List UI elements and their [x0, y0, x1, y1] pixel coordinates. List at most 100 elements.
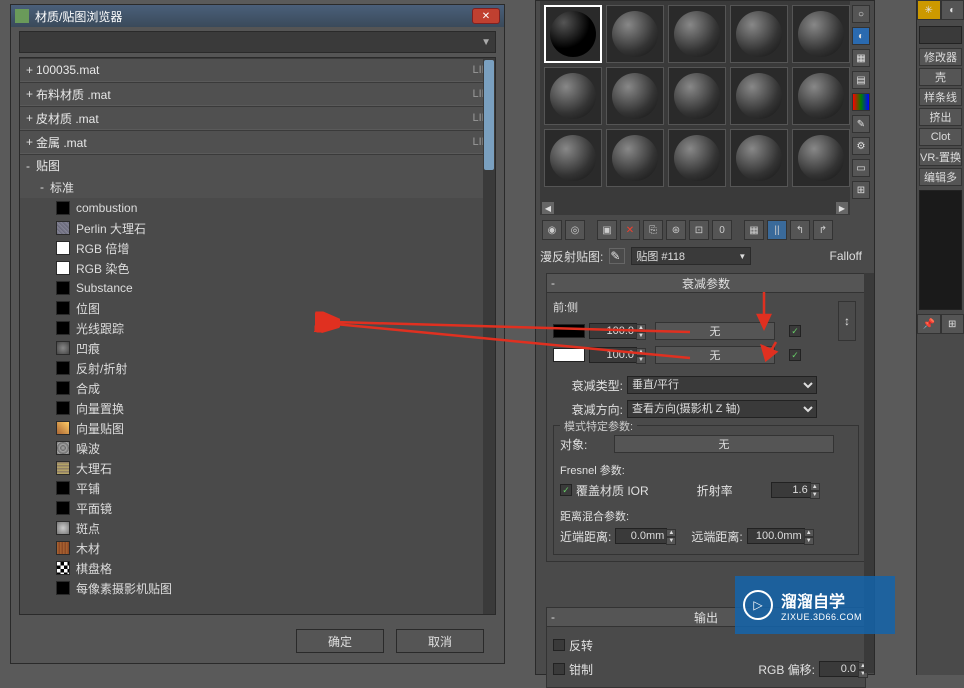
material-slot[interactable] — [544, 67, 602, 125]
modifier-button[interactable]: VR-置换 — [919, 148, 962, 166]
subcategory-standard[interactable]: -标准 — [20, 176, 495, 198]
collapse-icon[interactable]: - — [551, 610, 555, 624]
map-item[interactable]: 大理石 — [20, 458, 495, 478]
ior-spinner[interactable]: 1.6▲▼ — [771, 482, 811, 498]
get-material-icon[interactable]: ◉ — [542, 220, 562, 240]
collapse-icon[interactable]: - — [551, 276, 555, 290]
material-slot[interactable] — [792, 67, 850, 125]
slot-hscrollbar[interactable]: ◀ ▶ — [540, 201, 850, 215]
material-map-nav-icon[interactable]: ⊞ — [852, 181, 870, 199]
material-slot[interactable] — [668, 67, 726, 125]
rollup-header[interactable]: - 衰减参数 — [546, 273, 866, 293]
background-icon[interactable]: ▦ — [852, 49, 870, 67]
list-scrollbar[interactable] — [483, 58, 495, 614]
modifier-button[interactable]: 编辑多 — [919, 168, 962, 186]
material-slot[interactable] — [606, 67, 664, 125]
category-maps[interactable]: -贴图 — [20, 154, 495, 176]
library-item[interactable]: +皮材质 .matLIB — [20, 106, 495, 130]
map-item[interactable]: 平铺 — [20, 478, 495, 498]
dialog-titlebar[interactable]: 材质/贴图浏览器 ✕ — [11, 5, 504, 27]
color-swatch-1[interactable] — [553, 324, 585, 338]
map-slot-2-button[interactable]: 无 — [655, 346, 775, 364]
material-slot[interactable] — [730, 129, 788, 187]
reset-map-icon[interactable]: ✕ — [620, 220, 640, 240]
search-dropdown-icon[interactable]: ▼ — [481, 37, 491, 48]
map-item[interactable]: 棋盘格 — [20, 558, 495, 578]
far-distance-spinner[interactable]: 100.0mm▲▼ — [747, 528, 805, 544]
sample-type-icon[interactable]: ○ — [852, 5, 870, 23]
cancel-button[interactable]: 取消 — [396, 629, 484, 653]
material-slot[interactable] — [730, 67, 788, 125]
modifier-button[interactable]: 壳 — [919, 68, 962, 86]
map-slot-2-checkbox[interactable]: ✓ — [789, 349, 801, 361]
make-copy-icon[interactable]: ⎘ — [643, 220, 663, 240]
material-slot[interactable] — [792, 129, 850, 187]
scroll-left-icon[interactable]: ◀ — [542, 202, 554, 214]
options-icon[interactable]: ⚙ — [852, 137, 870, 155]
map-item[interactable]: 斑点 — [20, 518, 495, 538]
ok-button[interactable]: 确定 — [296, 629, 384, 653]
library-item[interactable]: +布料材质 .matLIB — [20, 82, 495, 106]
backlight-icon[interactable]: ◐ — [852, 27, 870, 45]
override-ior-checkbox[interactable]: ✓ — [560, 484, 572, 496]
map-item[interactable]: RGB 倍增 — [20, 238, 495, 258]
modifier-button[interactable]: 挤出 — [919, 108, 962, 126]
near-distance-spinner[interactable]: 0.0mm▲▼ — [615, 528, 667, 544]
go-forward-icon[interactable]: ↱ — [813, 220, 833, 240]
map-item[interactable]: 向量置换 — [20, 398, 495, 418]
select-by-material-icon[interactable]: ▭ — [852, 159, 870, 177]
map-type-button[interactable]: Falloff — [830, 249, 862, 263]
video-color-icon[interactable] — [852, 93, 870, 111]
make-unique-icon[interactable]: ⊛ — [666, 220, 686, 240]
map-item[interactable]: 每像素摄影机贴图 — [20, 578, 495, 598]
sample-uv-icon[interactable]: ▤ — [852, 71, 870, 89]
material-slot[interactable] — [668, 129, 726, 187]
configure-icon[interactable]: ⊞ — [941, 314, 964, 334]
search-input[interactable]: ▼ — [19, 31, 496, 53]
material-slot[interactable] — [606, 129, 664, 187]
map-item[interactable]: 噪波 — [20, 438, 495, 458]
map-item[interactable]: 合成 — [20, 378, 495, 398]
pin-stack-icon[interactable]: 📌 — [917, 314, 941, 334]
scrollbar-thumb[interactable] — [484, 60, 494, 170]
map-slot-1-button[interactable]: 无 — [655, 322, 775, 340]
object-name-field[interactable] — [919, 26, 962, 44]
go-to-parent-icon[interactable]: ↰ — [790, 220, 810, 240]
material-slot[interactable] — [544, 5, 602, 63]
library-item[interactable]: +金属 .matLIB — [20, 130, 495, 154]
amount-spinner-1[interactable]: 100.0▲▼ — [589, 323, 637, 339]
invert-checkbox[interactable] — [553, 639, 565, 651]
map-item[interactable]: 光线跟踪 — [20, 318, 495, 338]
library-item[interactable]: +100035.matLIB — [20, 58, 495, 82]
map-slot-1-checkbox[interactable]: ✓ — [789, 325, 801, 337]
map-item[interactable]: combustion — [20, 198, 495, 218]
clamp-checkbox[interactable] — [553, 663, 565, 675]
material-id-icon[interactable]: 0 — [712, 220, 732, 240]
map-item[interactable]: Perlin 大理石 — [20, 218, 495, 238]
modifier-button[interactable]: Clot — [919, 128, 962, 146]
modifier-list-label[interactable]: 修改器 — [919, 48, 962, 66]
map-item[interactable]: RGB 染色 — [20, 258, 495, 278]
show-in-viewport-icon[interactable]: ▦ — [744, 220, 764, 240]
modifier-button[interactable]: 样条线 — [919, 88, 962, 106]
map-item[interactable]: 反射/折射 — [20, 358, 495, 378]
map-item[interactable]: 平面镜 — [20, 498, 495, 518]
make-preview-icon[interactable]: ✎ — [852, 115, 870, 133]
map-item[interactable]: 位图 — [20, 298, 495, 318]
modifier-stack[interactable] — [919, 190, 962, 310]
put-to-library-icon[interactable]: ⊡ — [689, 220, 709, 240]
falloff-dir-dropdown[interactable]: 查看方向(摄影机 Z 轴) — [627, 400, 817, 418]
map-name-dropdown[interactable]: 贴图 #118▼ — [631, 247, 751, 265]
material-slot[interactable] — [730, 5, 788, 63]
show-end-result-icon[interactable]: || — [767, 220, 787, 240]
falloff-type-dropdown[interactable]: 垂直/平行 — [627, 376, 817, 394]
put-to-scene-icon[interactable]: ◎ — [565, 220, 585, 240]
material-slot[interactable] — [544, 129, 602, 187]
assign-to-selection-icon[interactable]: ▣ — [597, 220, 617, 240]
material-slot[interactable] — [668, 5, 726, 63]
map-item[interactable]: 凹痕 — [20, 338, 495, 358]
color-swatch-2[interactable] — [553, 348, 585, 362]
amount-spinner-2[interactable]: 100.0▲▼ — [589, 347, 637, 363]
swap-colors-button[interactable]: ↕ — [838, 301, 856, 341]
object-pick-button[interactable]: 无 — [614, 435, 834, 453]
